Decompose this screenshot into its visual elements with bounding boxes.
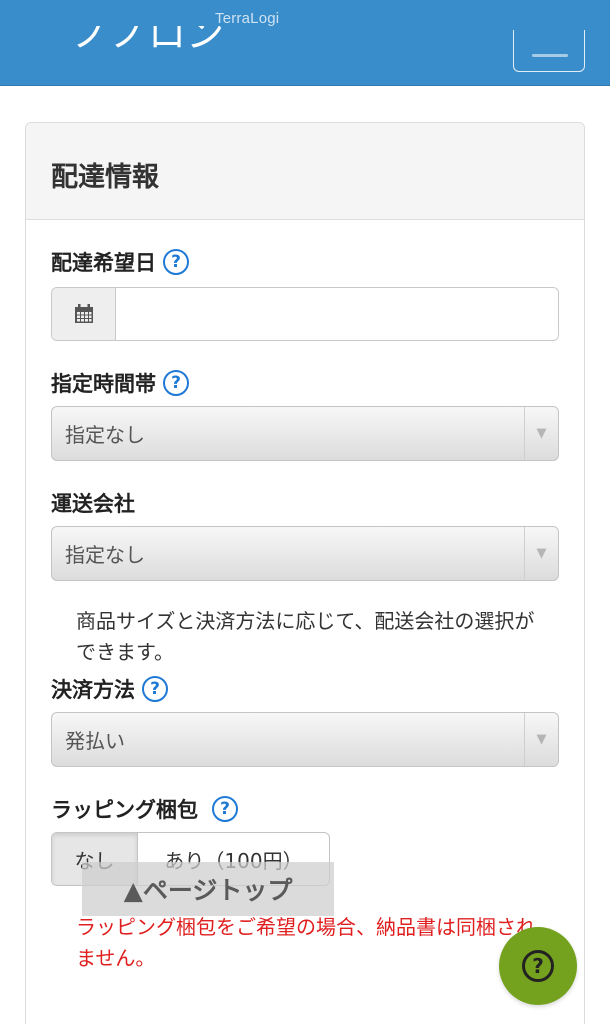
panel-title: 配達情報 [51,162,159,193]
menu-icon [532,54,568,57]
help-fab-button[interactable]: ? [499,927,577,1005]
help-icon[interactable]: ? [163,370,189,396]
payment-label-text: 決済方法 [51,678,135,702]
help-icon[interactable]: ? [212,796,238,822]
wrapping-warning: ラッピング梱包をご希望の場合、納品書は同梱されません。 [76,915,536,970]
help-icon[interactable]: ? [142,676,168,702]
help-icon[interactable]: ? [163,249,189,275]
delivery-date-label-text: 配達希望日 [51,251,156,275]
page-top-button[interactable]: ▲ページトップ [82,862,334,916]
panel-heading: 配達情報 [26,123,584,220]
time-slot-value: 指定なし [65,423,145,447]
delivery-date-label: 配達希望日 ? [51,247,189,277]
chevron-down-icon: ▼ [524,407,558,460]
header-title: ノノロン [72,26,224,62]
header-title-text: ノノロン [72,26,225,56]
wrapping-label-text: ラッピング梱包 [51,798,198,822]
app-header: TerraLogi ノノロン [0,0,610,86]
carrier-label-text: 運送会社 [51,492,135,516]
time-slot-select[interactable]: 指定なし ▼ [51,406,559,461]
time-slot-label-text: 指定時間帯 [51,372,156,396]
carrier-note: 商品サイズと決済方法に応じて、配送会社の選択ができます。 [76,609,535,664]
carrier-label: 運送会社 [51,488,135,518]
payment-value: 発払い [65,729,125,753]
chevron-down-icon: ▼ [524,527,558,580]
payment-label: 決済方法 ? [51,674,168,704]
carrier-select[interactable]: 指定なし ▼ [51,526,559,581]
delivery-date-input[interactable] [116,288,558,340]
menu-toggle-button[interactable] [513,30,585,72]
calendar-icon[interactable] [52,288,116,340]
wrapping-label: ラッピング梱包 ? [51,794,238,824]
carrier-value: 指定なし [65,543,145,567]
time-slot-label: 指定時間帯 ? [51,368,189,398]
brand-name: TerraLogi [215,10,280,27]
delivery-date-input-group [51,287,559,341]
help-icon: ? [522,950,554,982]
payment-select[interactable]: 発払い ▼ [51,712,559,767]
chevron-down-icon: ▼ [524,713,558,766]
